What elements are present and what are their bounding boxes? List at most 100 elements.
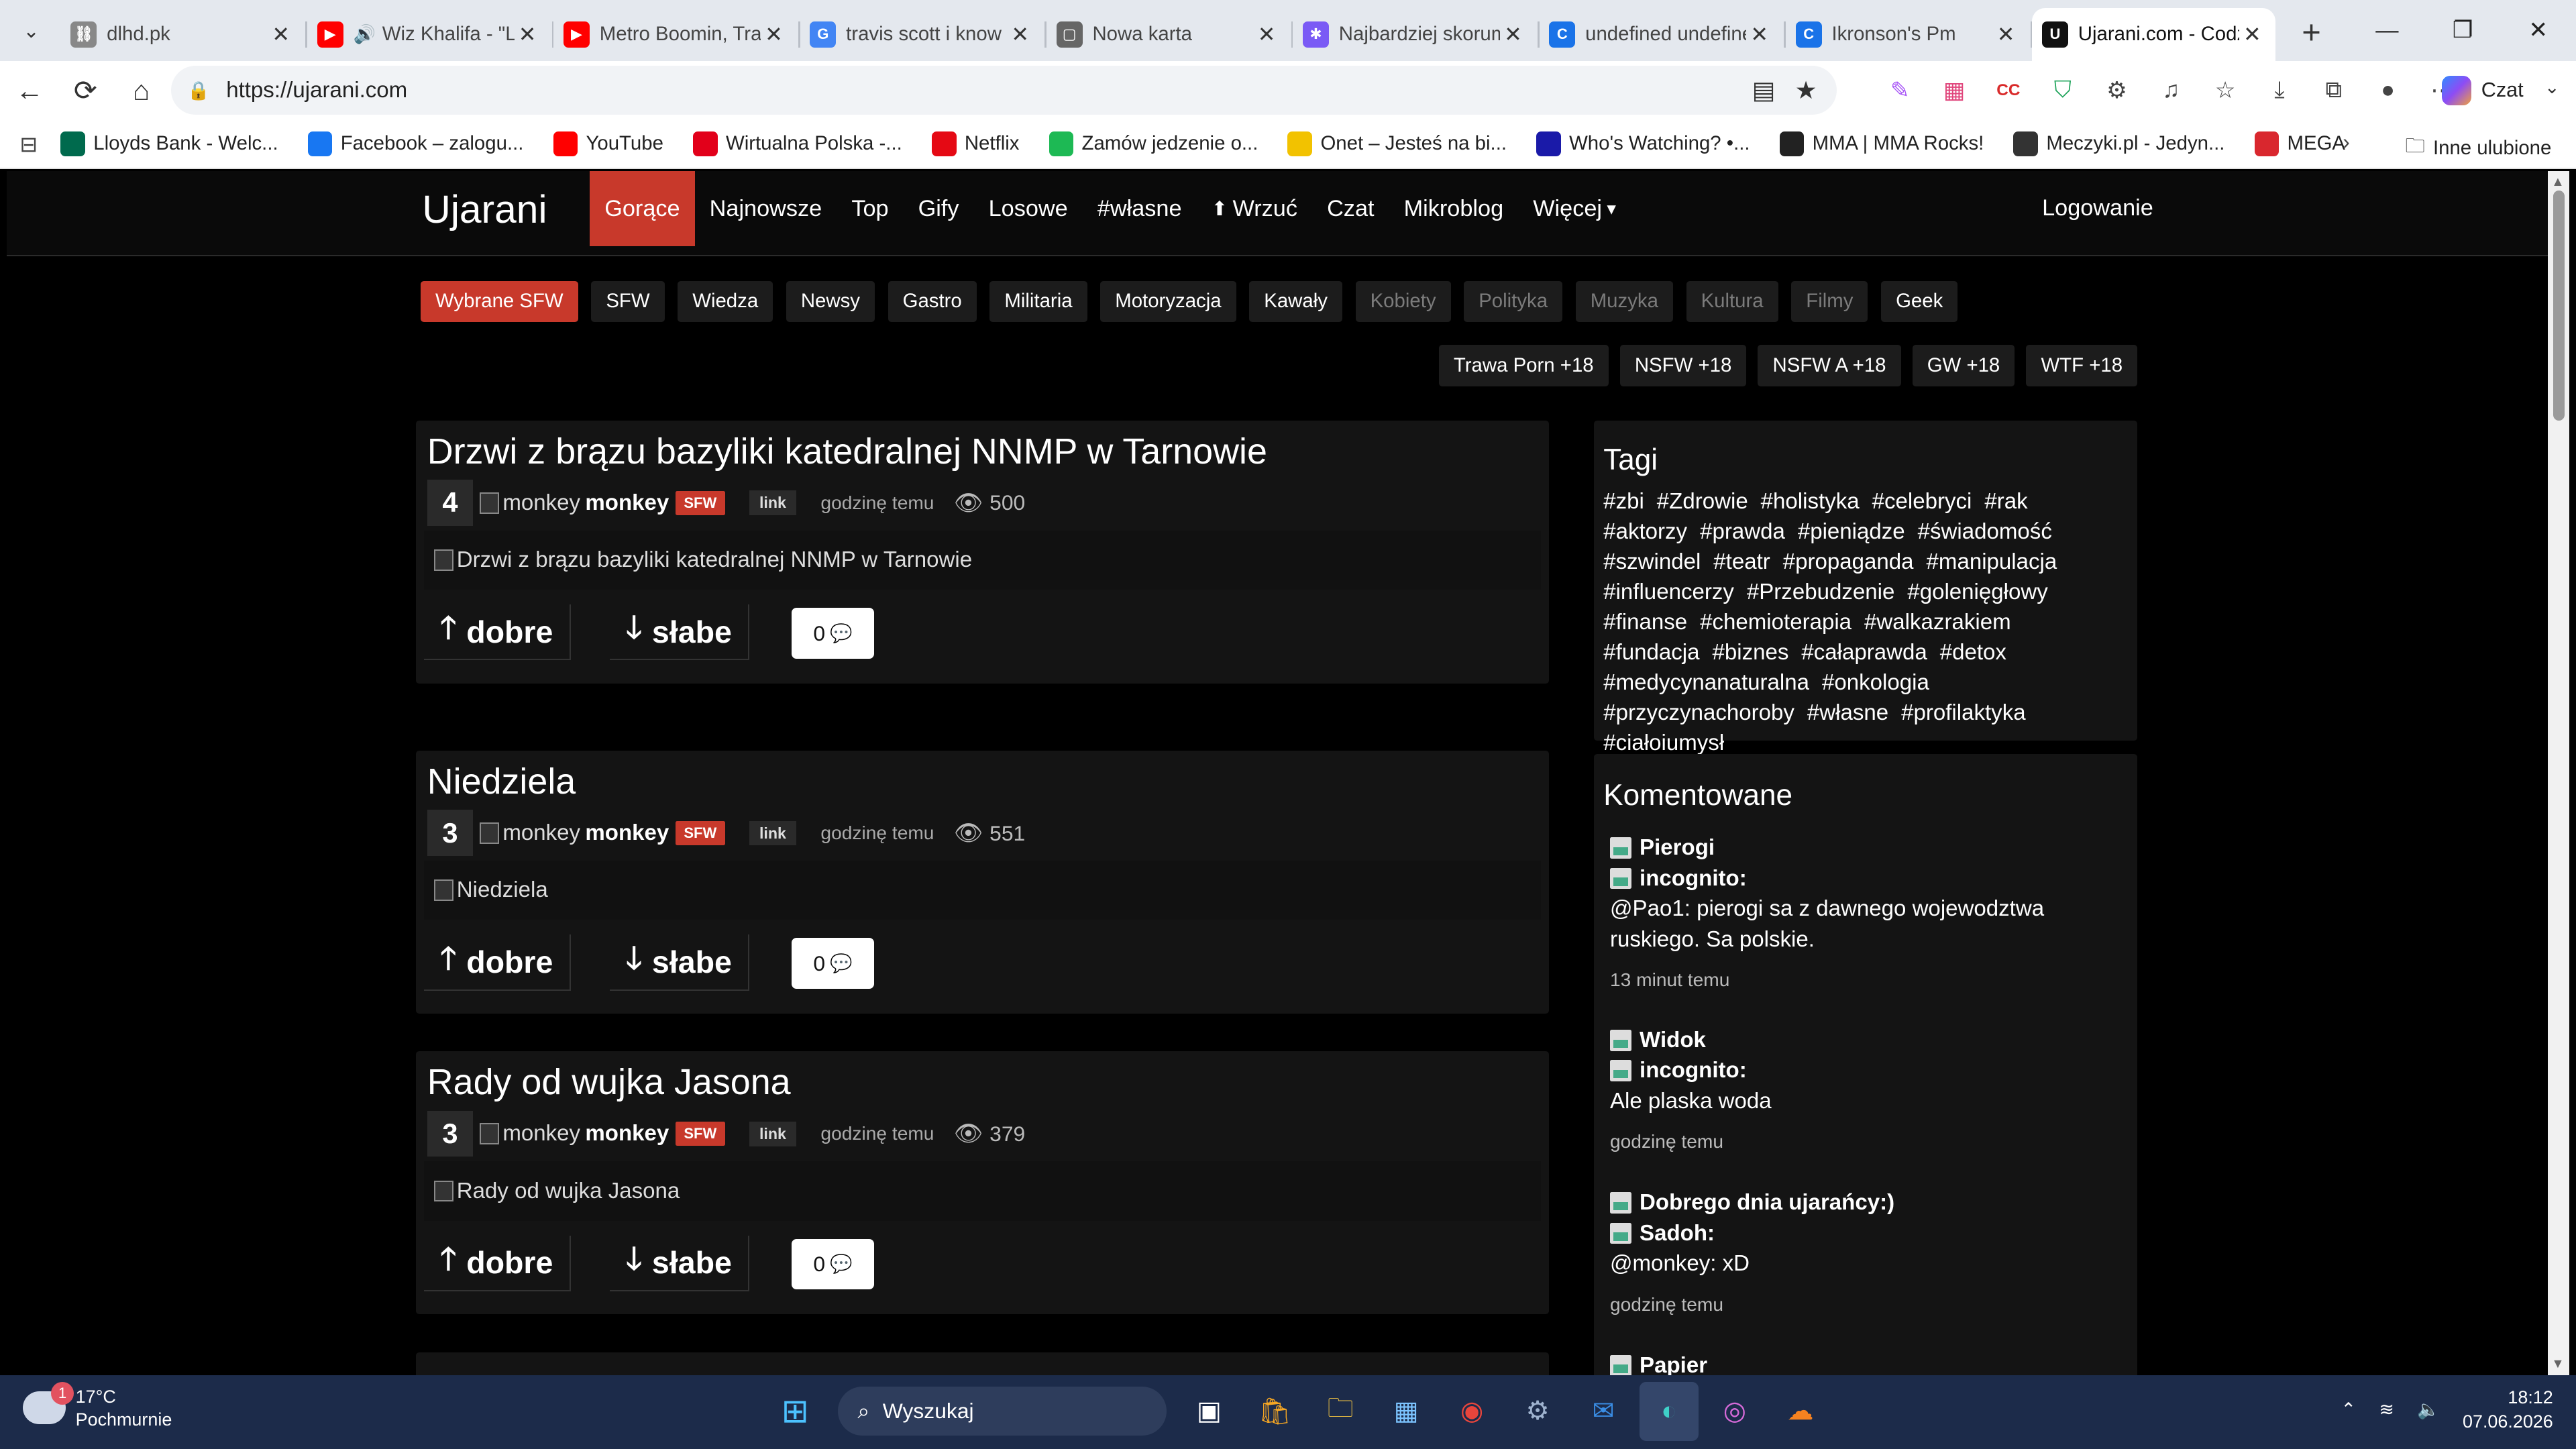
tag-link[interactable]: #Zdrowie (1657, 489, 1748, 514)
post-image[interactable]: Rady od wujka Jasona (423, 1161, 1542, 1221)
browser-tab[interactable]: ▶ Metro Boomin, Trav ✕ (553, 8, 800, 60)
nav-item[interactable]: #własne (1083, 171, 1197, 247)
nav-item[interactable]: Gorące (590, 170, 695, 247)
extensions-icon[interactable]: ⚙ (2090, 66, 2144, 115)
tag-link[interactable]: #medycynanaturalna (1603, 670, 1809, 695)
tag-link[interactable]: #świadomość (1918, 519, 2052, 544)
tag-link[interactable]: #teatr (1713, 549, 1770, 574)
post-title[interactable]: Niedziela (427, 761, 576, 802)
cloud-app-icon[interactable]: ☁ (1771, 1382, 1830, 1441)
favorite-link[interactable]: Who's Watching? •... (1536, 131, 1750, 156)
restore-button[interactable]: ❐ (2425, 0, 2501, 61)
category-chip[interactable]: Kawały (1249, 280, 1342, 322)
comments-button[interactable]: 0 💬 (792, 938, 874, 989)
category-chip[interactable]: Geek (1881, 280, 1958, 322)
tag-link[interactable]: #walkazrakiem (1864, 610, 2011, 635)
chevron-right-icon[interactable]: › (2343, 129, 2350, 154)
comment-item[interactable]: Widok incognito: Ale plaska woda godzinę te… (1609, 1025, 2123, 1152)
favorite-link[interactable]: Wirtualna Polska -... (693, 131, 902, 156)
widgets-icon[interactable]: ▦ (1377, 1382, 1436, 1441)
home-button[interactable]: ⌂ (115, 66, 167, 115)
login-link[interactable]: Logowanie (2042, 195, 2153, 221)
store-icon[interactable]: 🛍 (1245, 1382, 1304, 1441)
category-chip[interactable]: Gastro (888, 280, 977, 322)
refresh-button[interactable]: ⟳ (59, 66, 111, 115)
comment-post-title[interactable]: Papier (1640, 1353, 1707, 1375)
tag-link[interactable]: #ciałoiumysł (1603, 731, 1724, 755)
tag-link[interactable]: #influencerzy (1603, 580, 1734, 604)
chrome-icon[interactable]: ◉ (1442, 1382, 1501, 1441)
avatar[interactable]: monkey (480, 490, 580, 516)
post-title[interactable]: Drzwi z brązu bazyliki katedralnej NNMP … (427, 431, 1267, 472)
favorite-link[interactable]: MEGA (2254, 131, 2345, 156)
tag-link[interactable]: #aktorzy (1603, 519, 1687, 544)
tag-link[interactable]: #detox (1940, 640, 2006, 665)
nsfw-category-chip[interactable]: Trawa Porn +18 (1438, 345, 1609, 386)
category-chip[interactable]: Wybrane SFW (420, 280, 578, 322)
category-chip[interactable]: Kobiety (1355, 280, 1451, 322)
tag-link[interactable]: #rak (1984, 489, 2027, 514)
avatar[interactable]: monkey (480, 820, 580, 846)
downvote-button[interactable]: 🡓 słabe (609, 604, 750, 661)
favorite-link[interactable]: Onet – Jesteś na bi... (1287, 131, 1507, 156)
tag-link[interactable]: #celebryci (1872, 489, 1972, 514)
clock[interactable]: 18:12 07.06.2026 (2463, 1385, 2553, 1434)
close-tab-icon[interactable]: ✕ (1500, 21, 1526, 47)
taskbar-search[interactable]: ⌕ Wyszukaj (837, 1386, 1167, 1436)
sidebar-toggle-icon[interactable]: ⊟ (19, 131, 38, 157)
category-chip[interactable]: Militaria (989, 280, 1087, 322)
extension-pen-icon[interactable]: ✎ (1873, 66, 1927, 115)
post-image[interactable]: Drzwi z brązu bazyliki katedralnej NNMP … (423, 531, 1542, 590)
scroll-up-arrow[interactable]: ▲ (2551, 174, 2564, 190)
close-tab-icon[interactable]: ✕ (1253, 21, 1279, 47)
browser-tab[interactable]: ⛓ dlhd.pk ✕ (61, 8, 307, 60)
extension-shield-icon[interactable]: ⛉ (2035, 66, 2090, 115)
browser-tab[interactable]: ▢ Nowa karta ✕ (1046, 8, 1293, 60)
copilot-button[interactable]: Czat (2441, 70, 2524, 110)
post-author[interactable]: monkey (585, 1121, 669, 1146)
category-chip[interactable]: Kultura (1686, 280, 1778, 322)
comment-author[interactable]: Sadoh: (1640, 1221, 1715, 1246)
browser-tab[interactable]: Cundefined undefine ✕ (1540, 8, 1786, 60)
file-explorer-icon[interactable]: 🗀 (1311, 1382, 1370, 1441)
extension-cc-icon[interactable]: CC (1981, 66, 2035, 115)
nsfw-category-chip[interactable]: NSFW A +18 (1758, 345, 1901, 386)
category-chip[interactable]: Motoryzacja (1100, 280, 1236, 322)
tab-actions-menu[interactable]: ⌄ (10, 10, 53, 53)
comment-post-title[interactable]: Widok (1640, 1028, 1706, 1053)
start-button[interactable]: ⊞ (765, 1382, 824, 1441)
nav-item[interactable]: Losowe (974, 171, 1083, 247)
comment-item[interactable]: Papier (1609, 1350, 2123, 1375)
tag-link[interactable]: #chemioterapia (1700, 610, 1851, 635)
upvote-button[interactable]: 🡑 dobre (423, 604, 571, 661)
volume-icon[interactable]: 🔈 (2417, 1399, 2440, 1420)
wifi-icon[interactable]: ≋ (2379, 1399, 2394, 1420)
chevron-up-icon[interactable]: ⌃ (2341, 1399, 2357, 1420)
tag-link[interactable]: #holistyka (1761, 489, 1860, 514)
other-favorites-folder[interactable]: 🗀 Inne ulubione (2405, 131, 2551, 165)
reader-mode-icon[interactable]: ▤ (1752, 76, 1776, 105)
category-chip[interactable]: Muzyka (1575, 280, 1673, 322)
close-tab-icon[interactable]: ✕ (761, 21, 787, 47)
downloads-icon[interactable]: ⤓ (2253, 66, 2307, 115)
comments-button[interactable]: 0 💬 (792, 1238, 874, 1290)
comment-post-title[interactable]: Dobrego dnia ujarańcy:) (1640, 1190, 1894, 1216)
screenshot-icon[interactable]: ⧉ (2306, 66, 2361, 115)
comment-post-title[interactable]: Pierogi (1640, 835, 1715, 861)
tag-link[interactable]: #prawda (1700, 519, 1785, 544)
media-icon[interactable]: ♫ (2144, 66, 2198, 115)
tag-link[interactable]: #manipulacja (1927, 549, 2057, 574)
comment-item[interactable]: Dobrego dnia ujarańcy:) Sadoh: @monkey: xD… (1609, 1188, 2123, 1316)
browser-tab[interactable]: C Ikronson's Pm ✕ (1786, 8, 2033, 60)
edge-icon[interactable]: ◐ (1639, 1381, 1699, 1441)
nav-item[interactable]: Gify (904, 171, 974, 247)
comments-button[interactable]: 0 💬 (792, 608, 874, 659)
close-tab-icon[interactable]: ✕ (515, 21, 541, 47)
speaker-icon[interactable]: 🔊 (353, 23, 376, 45)
outlook-icon[interactable]: ✉ (1574, 1382, 1633, 1441)
tag-link[interactable]: #zbi (1603, 489, 1644, 514)
close-window-button[interactable]: ✕ (2500, 0, 2576, 61)
page-scrollbar[interactable]: ▲ ▼ (2548, 170, 2570, 1375)
tag-link[interactable]: #biznes (1712, 640, 1788, 665)
new-tab-button[interactable]: + (2288, 10, 2334, 56)
